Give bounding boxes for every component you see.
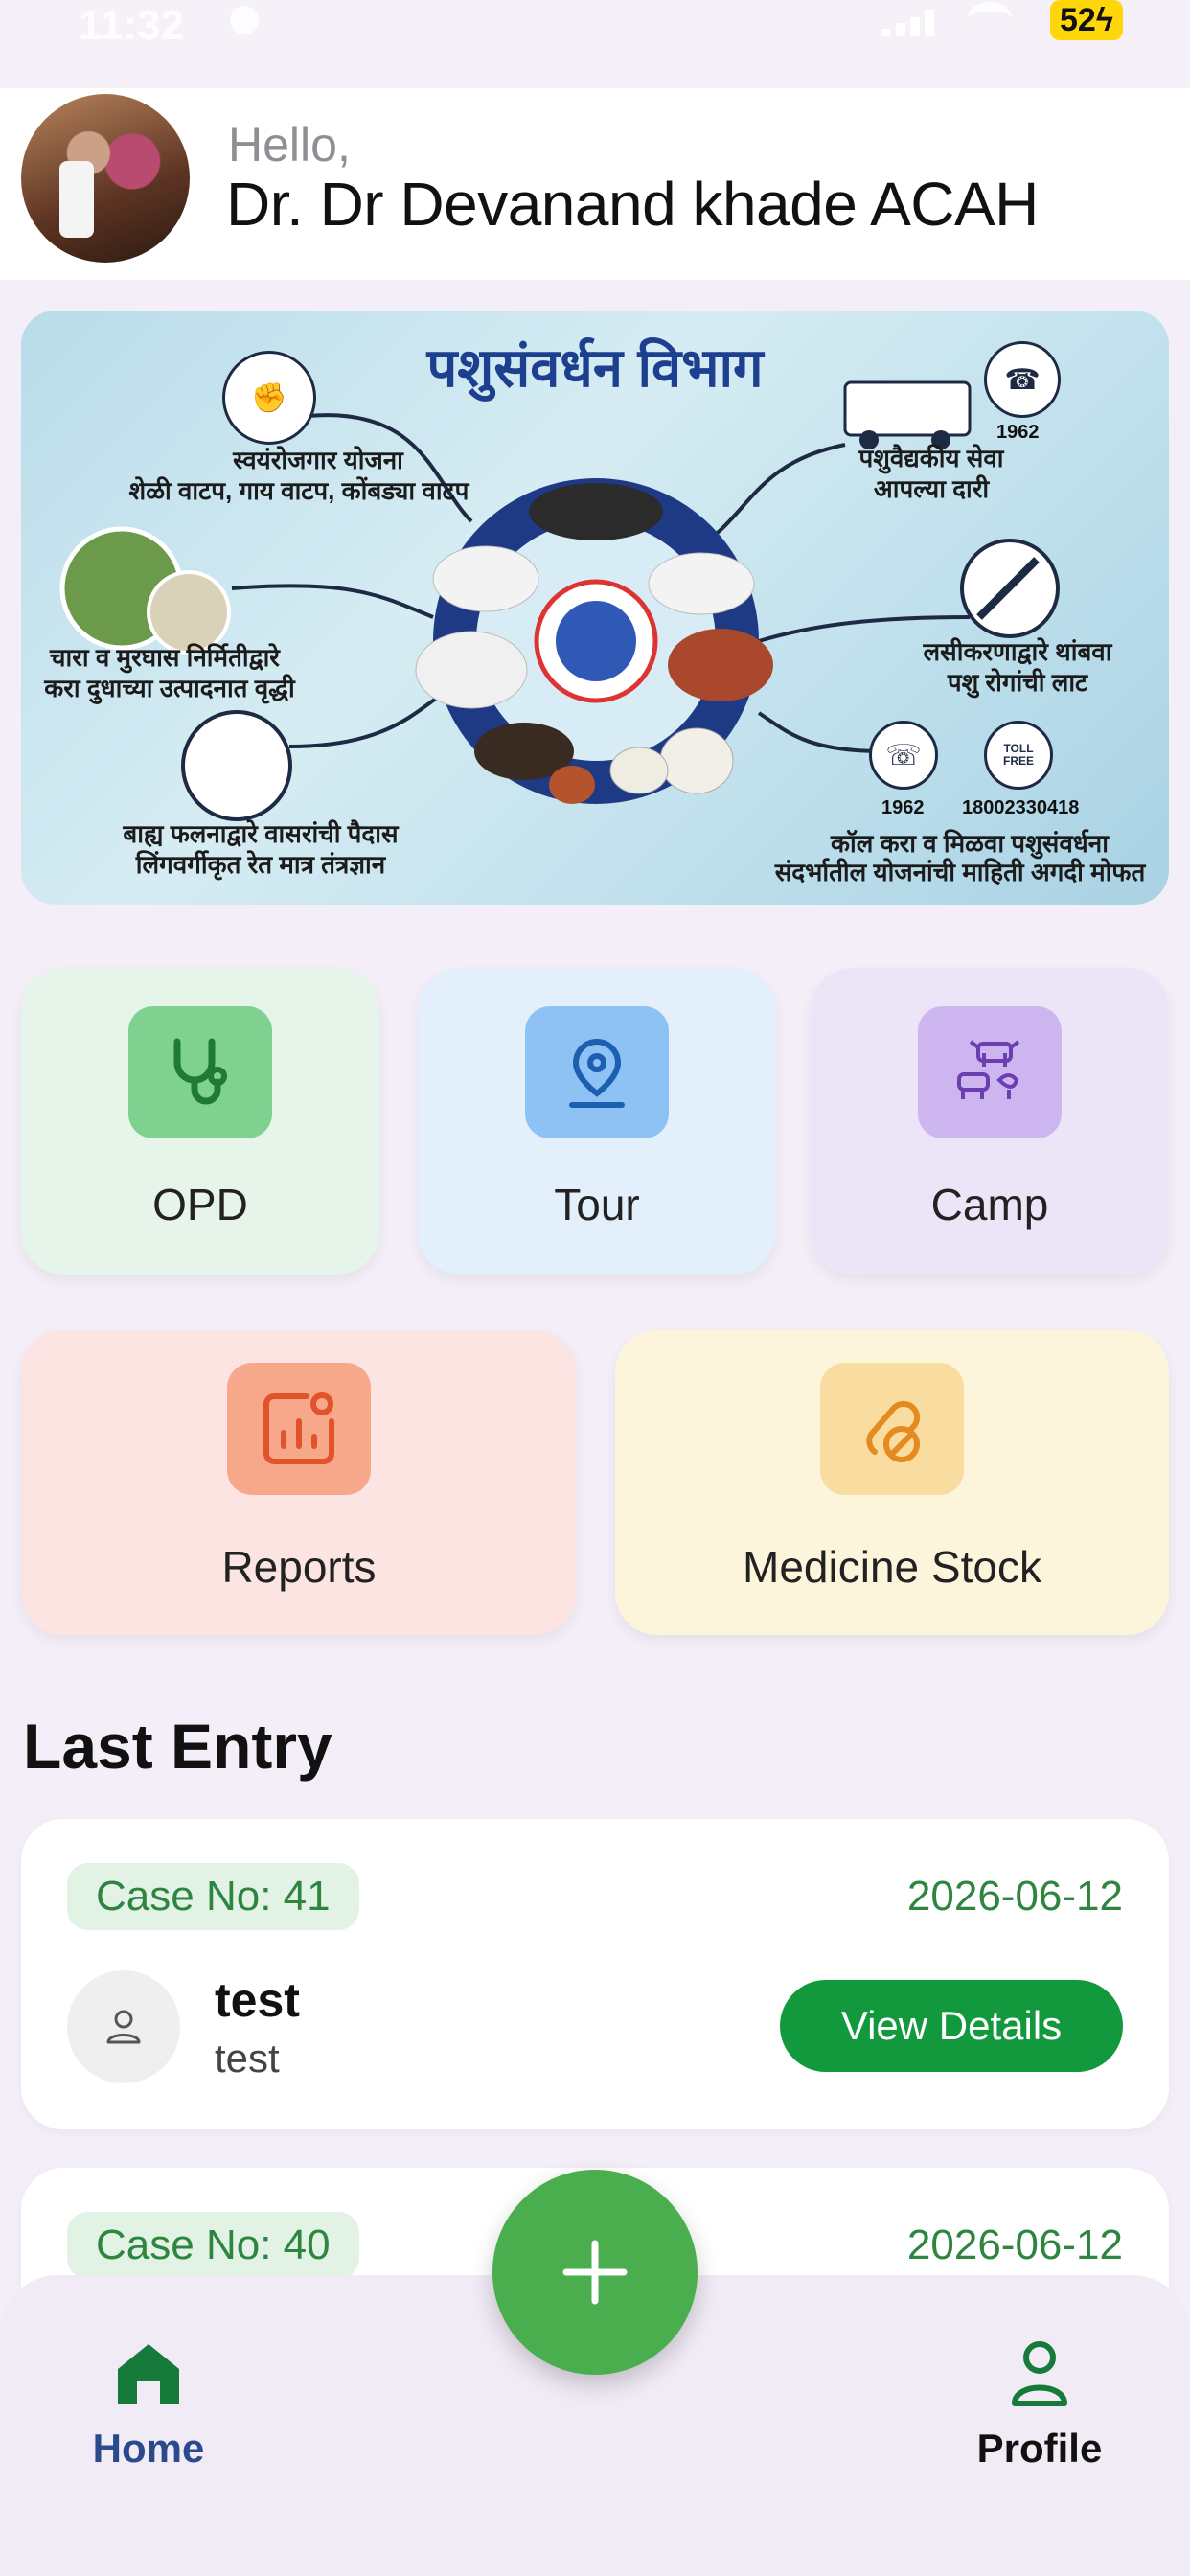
promo-banner[interactable]: पशुसंवर्धन विभाग ✊ स्वयंरोजगार योजना शेळ… xyxy=(21,310,1169,905)
person-status-icon xyxy=(230,6,259,34)
case-date: 2026-06-12 xyxy=(906,1873,1123,1920)
entry-card[interactable]: Case No: 41 2026-06-12 test test View De… xyxy=(21,1819,1169,2129)
opd-tile[interactable]: OPD xyxy=(21,968,379,1275)
banner-text: पशुवैद्यकीय सेवा xyxy=(858,444,1004,472)
banner-text: आपल्या दारी xyxy=(873,474,990,503)
doctor-name: Dr. Dr Devanand khade ACAH xyxy=(226,170,1039,239)
reports-icon-box xyxy=(227,1363,371,1495)
report-chart-icon xyxy=(263,1392,334,1464)
banner-text: शेळी वाटप, गाय वाटप, कोंबड्या वाटप xyxy=(128,476,469,505)
reports-tile[interactable]: Reports xyxy=(21,1330,577,1635)
camp-icon-box xyxy=(918,1006,1062,1138)
greeting-text: Hello, xyxy=(228,118,351,172)
patient-avatar xyxy=(67,1970,180,2083)
reports-label: Reports xyxy=(221,1542,377,1592)
medicine-stock-tile[interactable]: Medicine Stock xyxy=(615,1330,1169,1635)
helpline-icon: ☎ xyxy=(984,341,1061,418)
camp-tile[interactable]: Camp xyxy=(811,968,1169,1275)
tour-label: Tour xyxy=(554,1180,640,1230)
user-icon xyxy=(106,2010,141,2044)
toll-free-label: TOLL FREE xyxy=(1002,742,1034,768)
pill-icon xyxy=(866,1400,921,1462)
banner-text: कॉल करा व मिळवा पशुसंवर्धना xyxy=(831,829,1109,858)
tour-icon-box xyxy=(525,1006,669,1138)
banner-text: करा दुधाच्या उत्पादनात वृद्धी xyxy=(44,674,295,702)
case-date: 2026-06-12 xyxy=(906,2221,1123,2268)
patient-subtitle: test xyxy=(215,2036,280,2081)
profile-icon xyxy=(1012,2341,1067,2406)
call-center-icon: ☏ xyxy=(869,721,938,790)
stethoscope-icon xyxy=(173,1038,227,1105)
plus-icon xyxy=(562,2240,628,2305)
status-bar: 11:32 52ϟ xyxy=(0,0,1190,88)
nav-home-label: Home xyxy=(92,2426,205,2471)
battery-indicator: 52ϟ xyxy=(1050,0,1123,40)
helpline-number: 1962 xyxy=(996,422,1040,443)
add-entry-fab[interactable] xyxy=(492,2170,698,2375)
medicine-stock-label: Medicine Stock xyxy=(743,1542,1041,1592)
banner-text: संदर्भातील योजनांची माहिती अगदी मोफत xyxy=(774,858,1146,886)
last-entry-heading: Last Entry xyxy=(23,1711,332,1782)
toll-free-number: 18002330418 xyxy=(962,797,1080,818)
toll-free-icon: TOLL FREE xyxy=(984,721,1053,790)
wifi-icon xyxy=(968,2,1012,34)
battery-level: 52 xyxy=(1060,2,1096,38)
banner-text: चारा व मुरघास निर्मितीद्वारे xyxy=(50,643,280,672)
charging-icon: ϟ xyxy=(1095,2,1113,38)
case-number-badge: Case No: 40 xyxy=(67,2212,359,2279)
banner-text: पशु रोगांची लाट xyxy=(947,668,1088,697)
self-employment-icon: ✊ xyxy=(222,351,316,445)
medicine-icon-box xyxy=(820,1363,964,1495)
view-details-button[interactable]: View Details xyxy=(780,1980,1123,2072)
nav-profile-label: Profile xyxy=(976,2426,1103,2471)
location-pin-icon xyxy=(569,1038,625,1108)
home-icon xyxy=(118,2344,179,2404)
case-number-badge: Case No: 41 xyxy=(67,1863,359,1930)
opd-icon-box xyxy=(128,1006,272,1138)
opd-label: OPD xyxy=(152,1180,248,1230)
camp-label: Camp xyxy=(930,1180,1049,1230)
nav-home[interactable]: Home xyxy=(67,2334,230,2472)
banner-text: लसीकरणाद्वारे थांबवा xyxy=(923,637,1112,666)
profile-avatar[interactable] xyxy=(21,94,190,263)
cattle-icon xyxy=(957,1040,1020,1099)
banner-text: स्वयंरोजगार योजना xyxy=(233,446,403,474)
status-time: 11:32 xyxy=(79,2,185,49)
banner-text: बाह्य फलनाद्वारे वासरांची पैदास xyxy=(123,819,399,848)
patient-name: test xyxy=(215,1973,300,2027)
helpline-number: 1962 xyxy=(881,797,925,818)
banner-text: लिंगवर्गीकृत रेत मात्र तंत्रज्ञान xyxy=(135,850,386,879)
app-header: Hello, Dr. Dr Devanand khade ACAH xyxy=(0,88,1190,280)
signal-icon xyxy=(881,10,939,36)
nav-profile[interactable]: Profile xyxy=(958,2334,1121,2472)
tour-tile[interactable]: Tour xyxy=(418,968,776,1275)
